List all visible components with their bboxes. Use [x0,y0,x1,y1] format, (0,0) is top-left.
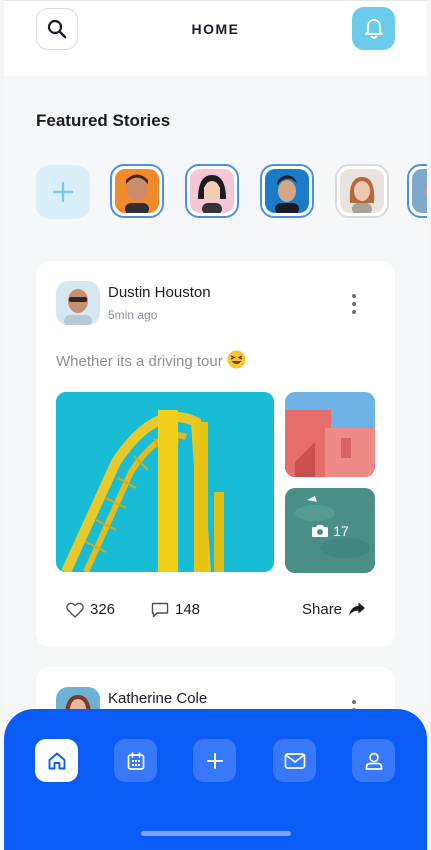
story-photo [412,169,427,213]
bell-icon [364,18,383,39]
nav-home[interactable] [35,739,78,782]
post-photo-rollercoaster[interactable] [56,392,274,572]
nav-create[interactable] [193,739,236,782]
nav-calendar[interactable] [114,739,157,782]
story-avatar[interactable] [260,164,314,218]
notifications-button[interactable] [352,7,395,50]
author-name[interactable]: Katherine Cole [108,690,207,707]
story-avatar[interactable] [185,164,239,218]
heart-icon [66,602,84,618]
comment-count: 148 [175,601,201,618]
author-name[interactable]: Dustin Houston [108,284,211,301]
featured-stories-title: Featured Stories [36,111,171,130]
post-text: Whether its a driving tour [56,350,246,373]
laughing-emoji-icon [227,350,246,373]
nav-messages[interactable] [273,739,316,782]
user-icon [365,752,382,770]
more-options-button[interactable] [351,294,357,314]
home-indicator-bar[interactable] [141,831,291,836]
story-photo [340,169,384,213]
story-photo [265,169,309,213]
post-actions: 326 148 Share [66,601,376,623]
stories-row [4,163,427,219]
comment-button[interactable]: 148 [151,601,200,618]
share-label: Share [302,601,343,618]
story-avatar[interactable] [335,164,389,218]
plus-icon [206,752,223,769]
post-photo-ocean[interactable]: 17 [285,488,375,573]
like-count: 326 [90,601,116,618]
plus-icon [52,181,74,203]
share-button[interactable]: Share [302,601,366,618]
more-photos-overlay[interactable]: 17 [285,488,375,573]
nav-profile[interactable] [352,739,395,782]
share-arrow-icon [349,602,366,616]
top-bar: HOME [4,1,427,76]
home-icon [48,752,65,769]
author-avatar[interactable] [56,281,100,325]
like-button[interactable]: 326 [66,601,115,618]
story-photo [190,169,234,213]
mail-icon [284,752,305,769]
post-time: 5min ago [108,308,158,322]
post-text-content: Whether its a driving tour [56,353,223,370]
calendar-icon [127,751,144,770]
app-screen: HOME Featured Stories Dustin Houston 5mi… [4,0,427,850]
post-card: Dustin Houston 5min ago Whether its a dr… [36,261,395,647]
add-story-button[interactable] [36,165,90,219]
bottom-navigation [4,709,427,850]
story-avatar[interactable] [110,164,164,218]
comment-icon [151,602,169,617]
story-photo [115,169,159,213]
story-avatar[interactable] [407,164,427,218]
post-photo-pink-building[interactable] [285,392,375,477]
camera-icon [312,525,329,537]
more-photos-count: 17 [333,522,349,539]
